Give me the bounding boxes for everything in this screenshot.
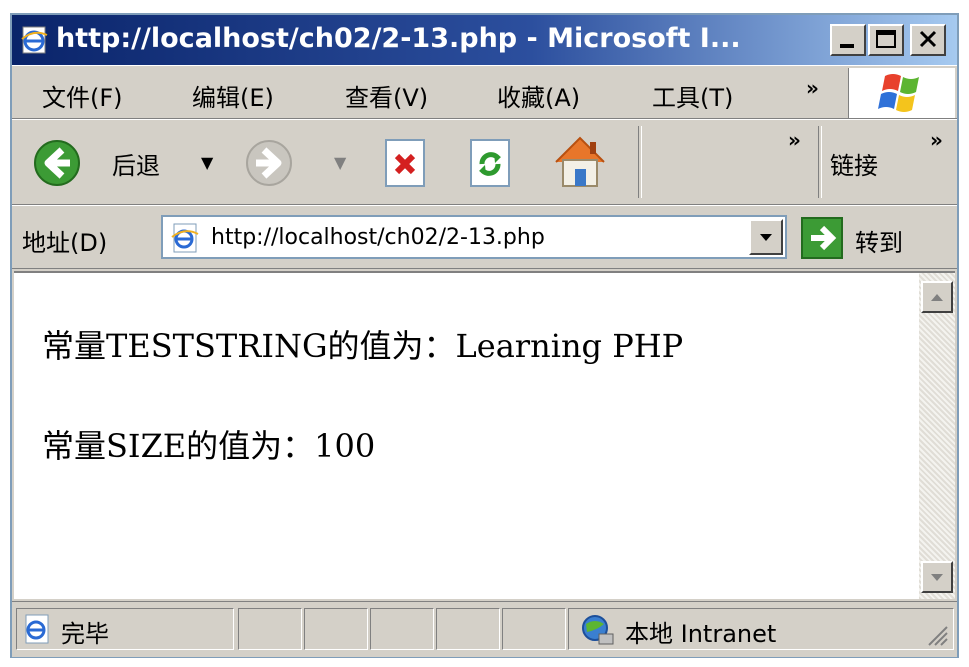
minimize-button[interactable] [830, 24, 866, 56]
status-pane-zone: 本地 Intranet [568, 608, 954, 650]
links-label[interactable]: 链接 [830, 146, 878, 181]
status-pane [436, 608, 500, 650]
refresh-icon[interactable] [467, 138, 515, 188]
links-overflow-chevron[interactable]: » [930, 128, 943, 152]
menu-overflow-chevron[interactable]: » [806, 76, 819, 100]
maximize-button[interactable] [868, 24, 904, 56]
ie-page-icon [171, 223, 199, 253]
address-dropdown-button[interactable] [749, 219, 783, 255]
vertical-scrollbar[interactable] [919, 273, 955, 599]
home-icon[interactable] [550, 132, 610, 190]
stop-icon[interactable] [382, 138, 430, 188]
status-pane [502, 608, 566, 650]
status-pane-main: 完毕 [16, 608, 234, 650]
intranet-globe-icon [582, 615, 614, 645]
go-label[interactable]: 转到 [855, 223, 903, 258]
forward-dropdown-icon[interactable]: ▼ [334, 153, 346, 172]
chevron-down-icon [931, 574, 943, 581]
status-pane [304, 608, 368, 650]
toolbar-separator [638, 126, 642, 198]
maximize-icon [876, 30, 896, 48]
minimize-icon [840, 44, 854, 48]
forward-arrow-icon[interactable] [244, 138, 294, 188]
content-line-size: 常量SIZE的值为：100 [42, 427, 376, 465]
address-label: 地址(D) [22, 229, 108, 257]
go-arrow-icon[interactable] [800, 216, 844, 260]
menu-tools[interactable]: 工具(T) [652, 78, 733, 113]
title-bar[interactable]: http://localhost/ch02/2-13.php - Microso… [12, 15, 957, 65]
menu-bar: 文件(F) 编辑(E) 查看(V) 收藏(A) 工具(T) » [12, 65, 957, 119]
close-icon [919, 30, 937, 48]
toolbar-overflow-chevron[interactable]: » [788, 128, 801, 152]
status-pane [238, 608, 302, 650]
menu-view[interactable]: 查看(V) [345, 78, 428, 113]
windows-logo-panel [848, 68, 955, 118]
menu-file[interactable]: 文件(F) [42, 78, 123, 113]
links-separator [818, 126, 822, 198]
windows-logo-icon [878, 74, 919, 112]
menu-favorites[interactable]: 收藏(A) [497, 78, 580, 113]
address-input[interactable]: http://localhost/ch02/2-13.php [161, 215, 787, 259]
back-arrow-icon[interactable] [32, 138, 82, 188]
ie-page-icon [21, 26, 48, 54]
chevron-up-icon [931, 294, 943, 301]
ie-page-icon [25, 614, 49, 644]
browser-window: http://localhost/ch02/2-13.php - Microso… [10, 13, 959, 658]
page-content: 常量TESTSTRING的值为：Learning PHP 常量SIZE的值为：1… [14, 271, 955, 599]
status-zone: 本地 Intranet [625, 620, 777, 648]
scroll-down-button[interactable] [921, 561, 953, 593]
address-bar: 地址(D) http://localhost/ch02/2-13.php 转到 [12, 205, 957, 269]
close-button[interactable] [910, 24, 946, 56]
status-pane [370, 608, 434, 650]
standard-toolbar: 后退 ▼ ▼ » 链接 » [12, 119, 957, 205]
scroll-up-button[interactable] [921, 281, 953, 313]
resize-grip-icon[interactable] [925, 623, 949, 647]
content-line-teststring: 常量TESTSTRING的值为：Learning PHP [42, 327, 684, 365]
chevron-down-icon [760, 234, 772, 241]
address-url[interactable]: http://localhost/ch02/2-13.php [211, 225, 545, 250]
back-dropdown-icon[interactable]: ▼ [201, 153, 213, 172]
status-bar: 完毕 本地 Intranet [12, 601, 957, 657]
menu-edit[interactable]: 编辑(E) [192, 78, 274, 113]
status-text: 完毕 [61, 620, 109, 648]
back-label[interactable]: 后退 [112, 146, 160, 181]
window-title: http://localhost/ch02/2-13.php - Microso… [56, 23, 741, 54]
